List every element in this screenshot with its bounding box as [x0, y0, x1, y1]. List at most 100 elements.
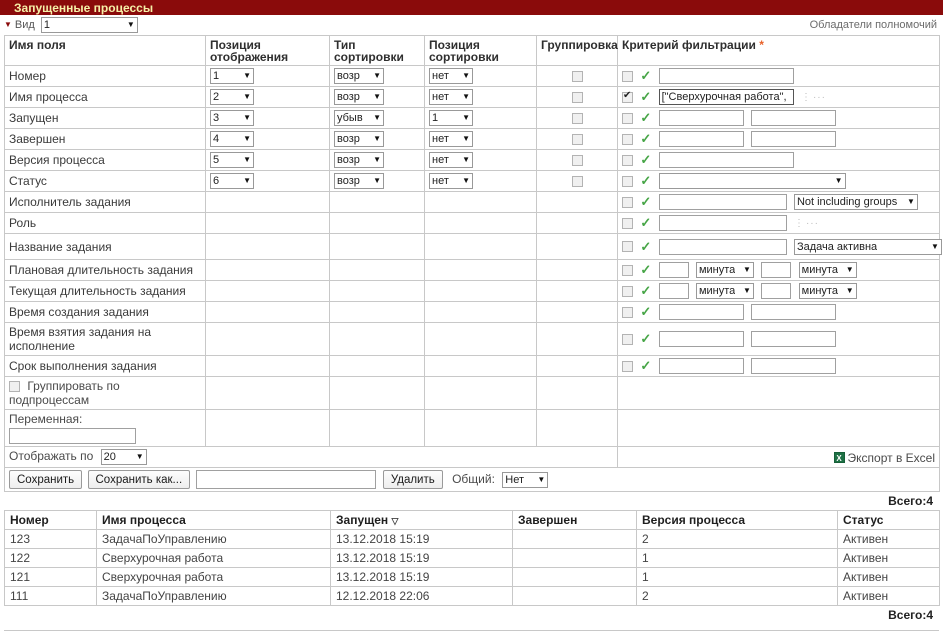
results-col-number[interactable]: Номер [4, 510, 97, 530]
display-position-select-finished[interactable]: 4 ▼ [210, 131, 254, 147]
filter-input-finished-to[interactable] [750, 131, 836, 147]
filter-cell-status: ✓ ▼ [617, 170, 940, 192]
sort-type-select-started[interactable]: убыв ▼ [334, 110, 384, 126]
grouping-checkbox-process-name[interactable] [571, 92, 583, 104]
filter-enable-checkbox-status[interactable] [622, 175, 633, 187]
filter-input-finished-from[interactable] [658, 131, 744, 147]
filter-input-process-name[interactable] [658, 89, 794, 105]
filter-enable-checkbox-started[interactable] [622, 112, 633, 124]
results-col-finished[interactable]: Завершен [512, 510, 637, 530]
grouping-cell-task-name [536, 233, 618, 260]
sort-type-cell-current-duration [329, 280, 425, 302]
grouping-checkbox-version[interactable] [571, 155, 583, 167]
sort-type-select-status[interactable]: возр ▼ [334, 173, 384, 189]
total-count-top: Всего:4 [888, 494, 933, 508]
filter-enable-checkbox-task-name[interactable] [622, 241, 633, 252]
filter-enable-checkbox-planned-duration[interactable] [622, 264, 633, 276]
display-position-select-nomer[interactable]: 1 ▼ [210, 68, 254, 84]
filter-input-task-accepted-from[interactable] [658, 331, 744, 347]
filter-enable-checkbox-task-accepted[interactable] [622, 333, 633, 345]
results-col-status[interactable]: Статус [837, 510, 940, 530]
shared-select[interactable]: Нет ▼ [502, 471, 549, 488]
filter-unit-select-current-duration-from[interactable]: минута ▼ [695, 283, 754, 299]
filter-enable-checkbox-finished[interactable] [622, 133, 633, 145]
filter-unit-select-current-duration-to[interactable]: минута ▼ [798, 283, 857, 299]
variable-input[interactable] [9, 428, 136, 444]
sort-position-select-nomer[interactable]: нет ▼ [429, 68, 473, 84]
filter-input-started-from[interactable] [658, 110, 744, 126]
filter-input-current-duration-to[interactable] [761, 283, 792, 299]
cell-status: Активен [837, 548, 940, 568]
view-selector-bar: ▼ Вид 1 ▼ Обладатели полномочий [0, 15, 943, 35]
filter-unit-select-planned-duration-from[interactable]: минута ▼ [695, 262, 754, 278]
filter-input-current-duration-from[interactable] [658, 283, 689, 299]
save-as-button[interactable]: Сохранить как... [87, 470, 191, 489]
display-position-select-started[interactable]: 3 ▼ [210, 110, 254, 126]
display-position-select-version[interactable]: 5 ▼ [210, 152, 254, 168]
sort-type-select-version[interactable]: возр ▼ [334, 152, 384, 168]
filter-input-task-accepted-to[interactable] [750, 331, 836, 347]
authority-holders-link[interactable]: Обладатели полномочий [810, 19, 937, 31]
field-label-finished: Завершен [4, 128, 206, 150]
table-row[interactable]: 122 Сверхурочная работа 13.12.2018 15:19… [4, 548, 940, 568]
page-size-select[interactable]: 20 ▼ [100, 449, 147, 465]
filter-input-planned-duration-to[interactable] [761, 262, 792, 278]
sort-position-select-started[interactable]: 1 ▼ [429, 110, 473, 126]
display-position-select-status[interactable]: 6 ▼ [210, 173, 254, 189]
sort-type-select-finished[interactable]: возр ▼ [334, 131, 384, 147]
filter-input-task-created-from[interactable] [658, 304, 744, 320]
export-to-excel-link[interactable]: Экспорт в Excel [848, 450, 935, 464]
check-icon: ✓ [640, 331, 652, 346]
filter-input-task-executor[interactable] [658, 194, 787, 210]
filter-input-task-deadline-to[interactable] [750, 358, 836, 374]
delete-button[interactable]: Удалить [382, 470, 443, 489]
field-label-planned-duration: Плановая длительность задания [4, 259, 206, 281]
filter-enable-checkbox-version[interactable] [622, 154, 633, 166]
filter-picker-button-process-name[interactable]: ⋮ ··· [801, 92, 826, 103]
filter-enable-checkbox-task-executor[interactable] [622, 196, 633, 208]
filter-input-task-name[interactable] [658, 238, 787, 255]
sort-position-select-process-name[interactable]: нет ▼ [429, 89, 473, 105]
sort-position-select-version[interactable]: нет ▼ [429, 152, 473, 168]
table-row[interactable]: 111 ЗадачаПоУправлению 12.12.2018 22:06 … [4, 586, 940, 606]
display-position-cell-process-name: 2 ▼ [205, 86, 330, 108]
sort-type-select-process-name[interactable]: возр ▼ [334, 89, 384, 105]
save-button[interactable]: Сохранить [9, 470, 83, 489]
table-row[interactable]: 123 ЗадачаПоУправлению 13.12.2018 15:19 … [4, 529, 940, 549]
filter-select-task-state[interactable]: Задача активна ▼ [793, 238, 942, 255]
grouping-checkbox-started[interactable] [571, 113, 583, 125]
filter-input-planned-duration-from[interactable] [658, 262, 689, 278]
filter-input-role[interactable] [658, 215, 787, 231]
filter-input-task-created-to[interactable] [750, 304, 836, 320]
filter-enable-checkbox-role[interactable] [622, 217, 633, 229]
filter-select-task-executor-groups[interactable]: Not including groups ▼ [793, 194, 918, 210]
results-col-started[interactable]: Запущен ▽ [330, 510, 513, 530]
filter-input-version[interactable] [658, 152, 794, 168]
group-subprocess-checkbox[interactable] [9, 381, 20, 393]
filter-input-nomer[interactable] [658, 68, 794, 84]
filter-input-started-to[interactable] [750, 110, 836, 126]
triangle-down-icon[interactable]: ▼ [4, 21, 12, 29]
grouping-checkbox-nomer[interactable] [571, 71, 583, 83]
filter-unit-select-planned-duration-to[interactable]: минута ▼ [798, 262, 857, 278]
results-col-process-name[interactable]: Имя процесса [96, 510, 331, 530]
filter-enable-checkbox-task-deadline[interactable] [622, 360, 633, 372]
filter-picker-button-role[interactable]: ⋮ ··· [794, 218, 819, 229]
grouping-checkbox-finished[interactable] [571, 134, 583, 146]
filter-enable-checkbox-current-duration[interactable] [622, 285, 633, 297]
sort-position-select-finished[interactable]: нет ▼ [429, 131, 473, 147]
filter-enable-checkbox-process-name[interactable] [622, 90, 633, 103]
view-select[interactable]: 1 ▼ [40, 17, 138, 33]
filter-enable-checkbox-nomer[interactable] [622, 70, 633, 82]
sort-position-select-status[interactable]: нет ▼ [429, 173, 473, 189]
sort-type-select-nomer[interactable]: возр ▼ [334, 68, 384, 84]
filter-input-task-deadline-from[interactable] [658, 358, 744, 374]
grouping-checkbox-status[interactable] [571, 176, 583, 188]
filter-select-status[interactable]: ▼ [658, 173, 846, 189]
required-asterisk-icon: * [759, 38, 764, 52]
results-col-version[interactable]: Версия процесса [636, 510, 838, 530]
filter-enable-checkbox-task-created[interactable] [622, 306, 633, 318]
display-position-select-process-name[interactable]: 2 ▼ [210, 89, 254, 105]
view-name-input[interactable] [196, 470, 377, 489]
table-row[interactable]: 121 Сверхурочная работа 13.12.2018 15:19… [4, 567, 940, 587]
